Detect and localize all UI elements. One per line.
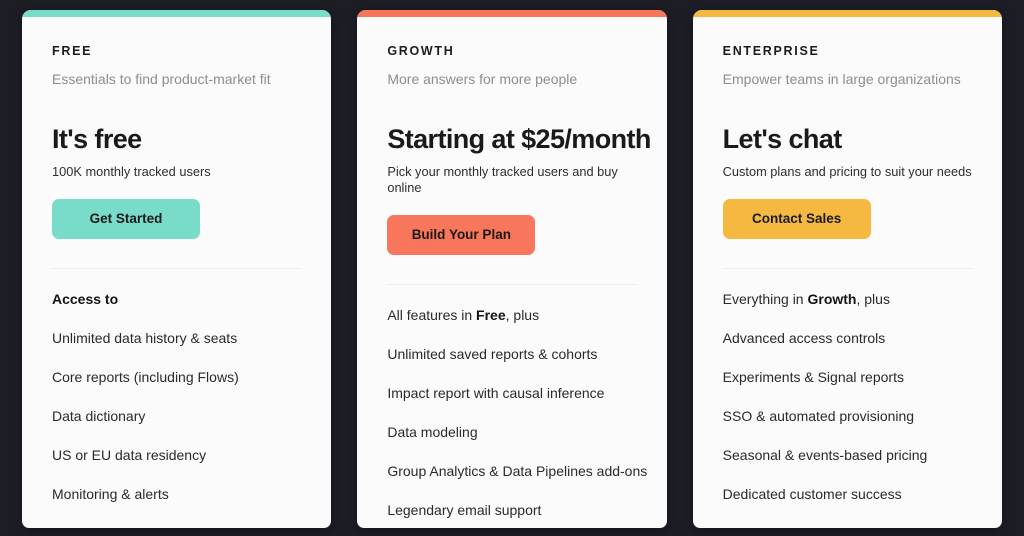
plan-card-enterprise: ENTERPRISE Empower teams in large organiz… xyxy=(692,10,1002,528)
plan-price-subline-free: 100K monthly tracked users xyxy=(52,163,211,179)
plan-card-growth: GROWTH More answers for more people Starti… xyxy=(357,10,667,528)
plan-divider-growth xyxy=(387,283,637,285)
plan-card-body-growth: GROWTH More answers for more people Starti… xyxy=(357,17,666,528)
plan-feature-item: Data dictionary xyxy=(52,407,146,424)
plan-price-headline-growth: Starting at $25/month xyxy=(387,124,651,155)
plan-accent-bar-enterprise xyxy=(692,10,1002,17)
plan-feature-item: SSO & automated provisioning xyxy=(722,407,915,424)
plan-tagline-free: Essentials to find product-market fit xyxy=(52,70,271,87)
plan-cta-button-free[interactable]: Get Started xyxy=(52,198,200,239)
plan-feature-item: Experiments & Signal reports xyxy=(722,368,904,385)
plan-feature-item: Advanced access controls xyxy=(722,329,886,346)
plan-label-growth: GROWTH xyxy=(387,44,455,58)
plan-feature-item: Impact report with causal inference xyxy=(387,384,605,401)
plan-divider-enterprise xyxy=(722,267,972,269)
plan-feature-item: Group Analytics & Data Pipelines add-ons xyxy=(387,462,648,479)
plan-price-subline-enterprise: Custom plans and pricing to suit your ne… xyxy=(722,163,972,179)
plan-cta-button-growth[interactable]: Build Your Plan xyxy=(387,214,536,255)
plan-card-free: FREE Essentials to find product-market fi… xyxy=(22,10,332,528)
plan-feature-heading-growth: All features in Free, plus xyxy=(387,306,540,323)
plan-feature-item: Core reports (including Flows) xyxy=(52,368,239,385)
plan-feature-item: Dedicated customer success xyxy=(722,485,902,502)
plan-feature-list-growth: All features in Free, plus Unlimited save… xyxy=(387,306,648,528)
plan-tagline-enterprise: Empower teams in large organizations xyxy=(722,70,961,87)
plan-price-subline-growth: Pick your monthly tracked users and buy … xyxy=(387,163,618,195)
plan-divider-free xyxy=(52,267,302,269)
plan-cta-button-enterprise[interactable]: Contact Sales xyxy=(722,198,871,239)
plan-feature-item: Monitoring & alerts xyxy=(52,485,169,502)
plan-feature-item: Unlimited data history & seats xyxy=(52,329,238,346)
plan-feature-heading-free: Access to xyxy=(52,290,119,307)
plan-feature-item: Unlimited saved reports & cohorts xyxy=(387,345,598,362)
plan-feature-item: Data modeling xyxy=(387,423,478,440)
plan-feature-list-free: Access to Unlimited data history & seats C… xyxy=(52,291,301,525)
plan-feature-item: US or EU data residency xyxy=(52,446,207,463)
plan-feature-heading-enterprise: Everything in Growth, plus xyxy=(722,290,890,307)
plan-label-free: FREE xyxy=(52,44,93,58)
pricing-plans-container: FREE Essentials to find product-market fi… xyxy=(0,0,1024,536)
plan-accent-bar-free xyxy=(22,10,332,17)
plan-price-headline-free: It's free xyxy=(52,124,142,155)
plan-label-enterprise: ENTERPRISE xyxy=(722,44,820,58)
plan-price-headline-enterprise: Let's chat xyxy=(722,124,843,155)
plan-feature-item: Legendary email support xyxy=(387,501,542,518)
plan-card-body-free: FREE Essentials to find product-market fi… xyxy=(22,17,331,528)
plan-feature-item: Seasonal & events-based pricing xyxy=(722,446,928,463)
plan-card-body-enterprise: ENTERPRISE Empower teams in large organiz… xyxy=(693,17,1002,528)
plan-tagline-growth: More answers for more people xyxy=(387,70,578,87)
plan-accent-bar-growth xyxy=(357,10,667,17)
plan-feature-list-enterprise: Everything in Growth, plus Advanced acces… xyxy=(723,291,972,525)
